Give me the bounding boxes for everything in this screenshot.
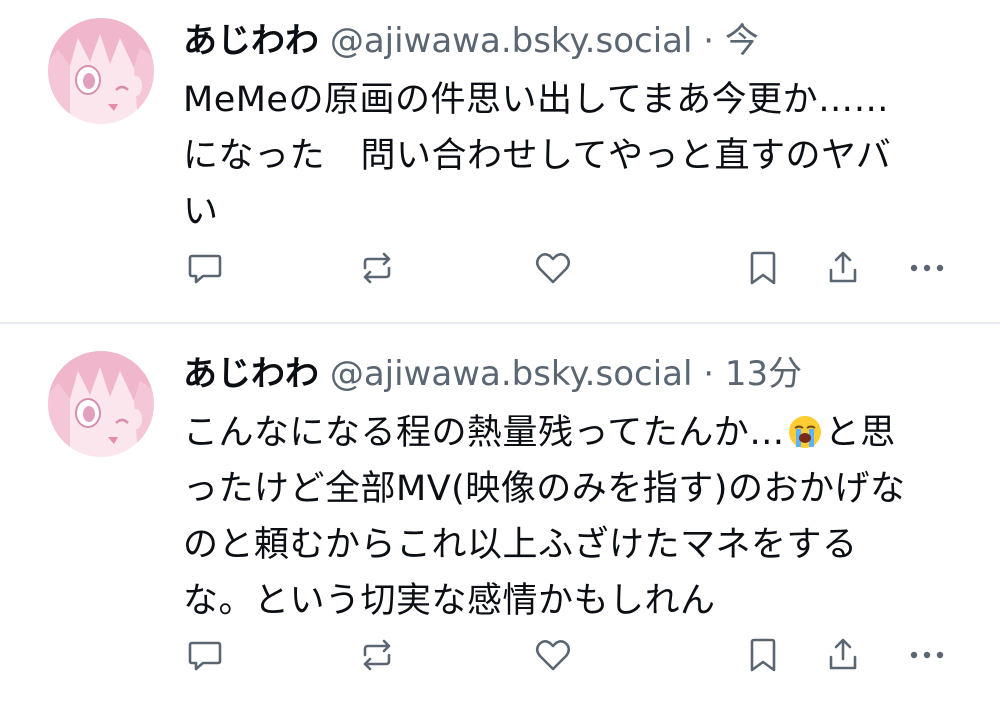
- like-button[interactable]: [528, 243, 578, 293]
- post-text-line: になった 問い合わせしてやっと直すのヤバ: [183, 136, 892, 176]
- like-icon: [535, 253, 571, 284]
- post-header: あじわわ @ajiwawa.bsky.social · 今: [183, 18, 759, 64]
- post-text-segment: と思: [824, 413, 896, 453]
- repost-icon: [363, 252, 391, 284]
- author-display-name[interactable]: あじわわ: [183, 354, 319, 394]
- post-divider: [0, 322, 1000, 324]
- post-actions: [0, 630, 1000, 680]
- repost-button[interactable]: [352, 243, 402, 293]
- loudly-crying-face-emoji: [787, 411, 823, 448]
- avatar[interactable]: [48, 351, 154, 457]
- post-actions: [0, 243, 1000, 293]
- share-icon: [829, 251, 857, 283]
- like-icon: [535, 640, 571, 671]
- avatar[interactable]: [48, 18, 154, 124]
- post-text-line: ったけど全部MV(映像のみを指す)のおかげな: [183, 469, 906, 509]
- reply-icon: [188, 254, 222, 284]
- post-text-segment: こんなになる程の熱量残ってたんか…: [183, 413, 785, 453]
- post-text-line: MeMeの原画の件思い出してまあ今更か……: [183, 80, 890, 120]
- bookmark-icon: [750, 638, 776, 672]
- repost-icon: [363, 639, 391, 671]
- post-text-line: な。という切実な感情かもしれん: [183, 581, 716, 621]
- separator-dot: ·: [703, 21, 715, 61]
- more-button[interactable]: [902, 243, 952, 293]
- bookmark-button[interactable]: [738, 630, 788, 680]
- reply-icon: [188, 641, 222, 671]
- bookmark-icon: [750, 251, 776, 285]
- more-icon: [910, 651, 944, 659]
- post[interactable]: あじわわ @ajiwawa.bsky.social · 今 MeMeの原画の件思…: [0, 0, 1000, 322]
- post-timestamp[interactable]: 今: [725, 21, 759, 61]
- share-icon: [829, 638, 857, 670]
- reply-button[interactable]: [180, 630, 230, 680]
- reply-button[interactable]: [180, 243, 230, 293]
- separator-dot: ·: [703, 354, 715, 394]
- post[interactable]: あじわわ @ajiwawa.bsky.social · 13分 こんなになる程の…: [0, 325, 1000, 703]
- share-button[interactable]: [818, 243, 868, 293]
- author-handle[interactable]: @ajiwawa.bsky.social: [330, 354, 693, 394]
- post-text-line: こんなになる程の熱量残ってたんか… と思: [183, 405, 973, 461]
- post-text-line: のと頼むからこれ以上ふざけたマネをする: [183, 525, 858, 565]
- author-handle[interactable]: @ajiwawa.bsky.social: [330, 21, 693, 61]
- post-text: こんなになる程の熱量残ってたんか… と思 ったけど全部MV(映像のみを指す)のお…: [183, 405, 973, 629]
- post-timestamp[interactable]: 13分: [725, 354, 802, 394]
- author-display-name[interactable]: あじわわ: [183, 21, 319, 61]
- post-text: MeMeの原画の件思い出してまあ今更か…… になった 問い合わせしてやっと直すの…: [183, 72, 973, 240]
- bookmark-button[interactable]: [738, 243, 788, 293]
- more-button[interactable]: [902, 630, 952, 680]
- more-icon: [910, 264, 944, 272]
- repost-button[interactable]: [352, 630, 402, 680]
- share-button[interactable]: [818, 630, 868, 680]
- like-button[interactable]: [528, 630, 578, 680]
- post-header: あじわわ @ajiwawa.bsky.social · 13分: [183, 351, 802, 397]
- post-text-line: い: [183, 192, 219, 232]
